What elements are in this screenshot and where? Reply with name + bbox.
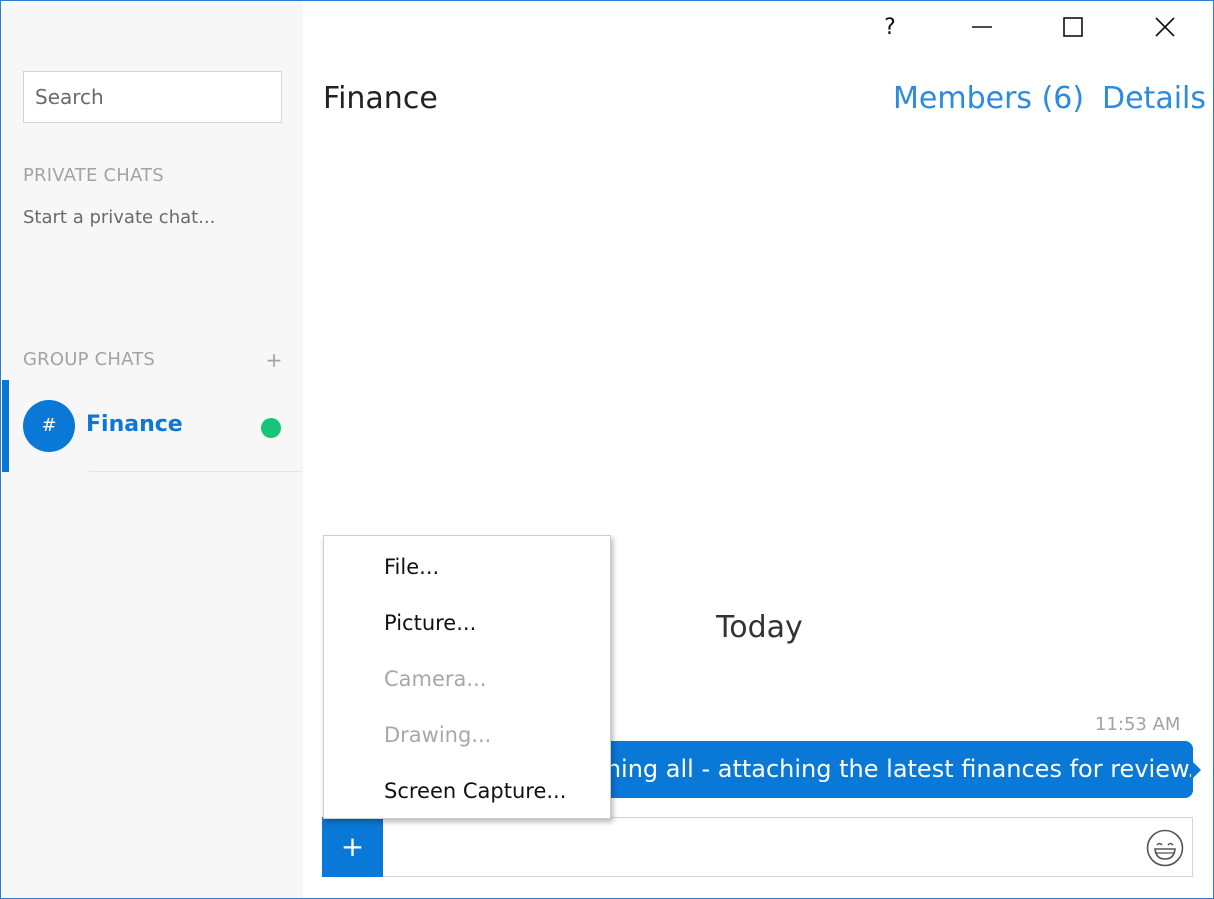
online-status-dot: [261, 418, 281, 438]
sidebar: PRIVATE CHATS Start a private chat... GR…: [2, 2, 303, 898]
list-divider: [89, 471, 302, 472]
help-button[interactable]: ?: [867, 9, 913, 45]
message-input[interactable]: [387, 819, 1137, 875]
menu-item-screen-capture[interactable]: Screen Capture...: [324, 763, 610, 819]
start-private-chat-link[interactable]: Start a private chat...: [23, 207, 215, 228]
message-timestamp: 11:53 AM: [1095, 714, 1181, 735]
smiley-face-icon: [1146, 829, 1184, 867]
channel-avatar: #: [23, 400, 75, 452]
group-chats-header: GROUP CHATS: [23, 349, 156, 370]
group-chat-name: Finance: [86, 412, 183, 437]
menu-item-picture[interactable]: Picture...: [324, 595, 610, 651]
close-button[interactable]: [1142, 9, 1188, 45]
maximize-icon: [1063, 17, 1083, 37]
search-box[interactable]: [23, 71, 282, 123]
menu-item-file[interactable]: File...: [324, 539, 610, 595]
message-composer: [322, 817, 1193, 877]
minimize-icon: [972, 26, 992, 28]
channel-title: Finance: [323, 81, 438, 116]
members-link[interactable]: Members (6): [893, 81, 1084, 116]
message-bubble-tail: [1191, 760, 1201, 780]
emoji-button[interactable]: [1145, 828, 1185, 868]
minimize-button[interactable]: [959, 9, 1005, 45]
close-icon: [1155, 17, 1175, 37]
private-chats-header: PRIVATE CHATS: [23, 165, 164, 186]
add-group-chat-button[interactable]: +: [264, 350, 284, 370]
search-input[interactable]: [24, 72, 281, 122]
menu-item-camera: Camera...: [384, 667, 487, 691]
message-bubble: Morning all - attaching the latest finan…: [561, 741, 1193, 798]
selection-indicator: [2, 380, 9, 472]
menu-item-drawing: Drawing...: [384, 723, 492, 747]
group-chat-item-finance[interactable]: # Finance: [2, 380, 303, 472]
attach-menu: File... Picture... Camera... Drawing... …: [323, 535, 611, 819]
day-separator: Today: [716, 610, 803, 645]
attach-button[interactable]: +: [322, 817, 383, 877]
details-link[interactable]: Details: [1102, 81, 1206, 116]
chat-window: PRIVATE CHATS Start a private chat... GR…: [0, 0, 1214, 899]
maximize-button[interactable]: [1050, 9, 1096, 45]
